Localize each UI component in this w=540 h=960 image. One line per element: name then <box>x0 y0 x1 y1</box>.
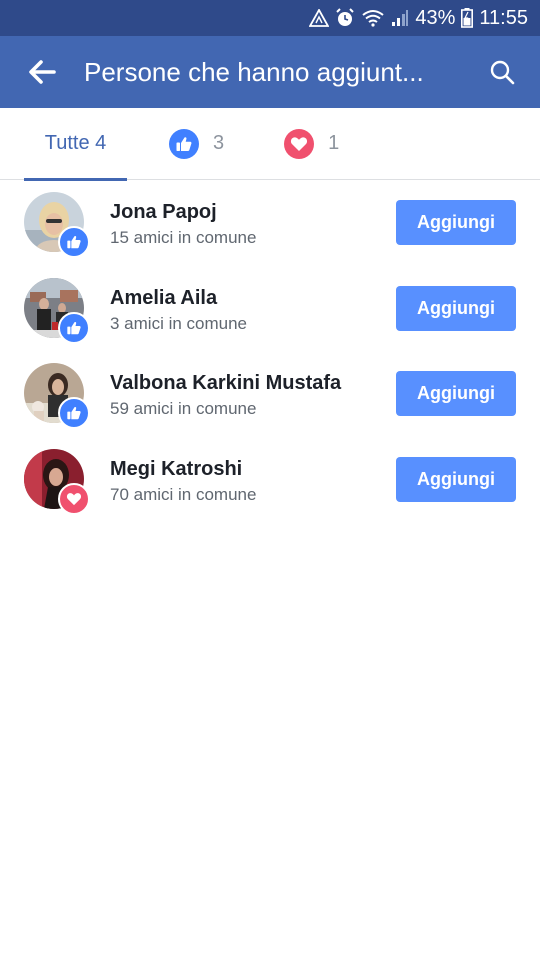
status-bar: 43% 11:55 <box>0 0 540 36</box>
like-icon <box>67 321 81 334</box>
list-item: Megi Katroshi 70 amici in comune Aggiung… <box>0 437 540 523</box>
page-title: Persone che hanno aggiunt... <box>84 56 424 87</box>
app-bar: Persone che hanno aggiunt... <box>0 36 540 108</box>
people-list: Jona Papoj 15 amici in comune Aggiungi A… <box>0 180 540 522</box>
like-reaction-badge <box>58 311 90 344</box>
wifi-icon <box>361 9 385 27</box>
person-name[interactable]: Amelia Aila <box>110 286 247 310</box>
alarm-icon <box>335 8 355 28</box>
add-friend-button[interactable]: Aggiungi <box>396 285 516 331</box>
search-button[interactable] <box>470 36 534 108</box>
avatar[interactable] <box>24 277 90 344</box>
mutual-friends: 59 amici in comune <box>110 399 257 418</box>
like-icon <box>67 235 81 249</box>
battery-percent: 43% <box>415 6 456 29</box>
person-name[interactable]: Jona Papoj <box>110 200 256 224</box>
avatar[interactable] <box>24 363 90 429</box>
list-item: Amelia Aila 3 amici in comune Aggiungi <box>0 266 540 352</box>
add-friend-button[interactable]: Aggiungi <box>396 456 516 502</box>
person-info: Valbona Karkini Mustafa 59 amici in comu… <box>110 371 341 419</box>
avatar[interactable] <box>24 448 90 515</box>
add-friend-button[interactable]: Aggiungi <box>396 371 516 416</box>
mutual-friends: 70 amici in comune <box>110 484 257 504</box>
love-count: 1 <box>328 132 340 154</box>
warning-triangle-icon <box>309 9 330 27</box>
add-friend-button[interactable]: Aggiungi <box>396 200 516 245</box>
like-count: 3 <box>213 132 225 154</box>
like-icon <box>67 406 81 420</box>
back-button[interactable] <box>0 36 84 108</box>
search-icon <box>490 60 515 85</box>
person-info: Amelia Aila 3 amici in comune <box>110 286 247 334</box>
person-info: Megi Katroshi 70 amici in comune <box>110 457 256 505</box>
signal-icon <box>391 9 409 27</box>
list-item: Jona Papoj 15 amici in comune Aggiungi <box>0 180 540 266</box>
heart-icon <box>66 492 82 505</box>
mutual-friends: 3 amici in comune <box>110 313 248 333</box>
clock: 11:55 <box>479 6 528 29</box>
tab-all[interactable]: Tutte 4 <box>0 108 127 181</box>
mutual-friends: 15 amici in comune <box>110 228 257 247</box>
heart-icon <box>284 128 315 159</box>
person-name[interactable]: Megi Katroshi <box>110 457 256 481</box>
tab-love[interactable]: 1 <box>284 108 339 180</box>
person-name[interactable]: Valbona Karkini Mustafa <box>110 371 341 395</box>
tab-like[interactable]: 3 <box>169 108 224 180</box>
like-reaction-badge <box>58 397 90 429</box>
reaction-tabs: Tutte 4 3 1 <box>0 108 540 181</box>
person-info: Jona Papoj 15 amici in comune <box>110 200 256 248</box>
like-reaction-badge <box>58 226 90 258</box>
list-item: Valbona Karkini Mustafa 59 amici in comu… <box>0 351 540 437</box>
arrow-left-icon <box>29 60 56 84</box>
avatar[interactable] <box>24 192 90 258</box>
tab-all-label: Tutte 4 <box>44 132 107 154</box>
love-reaction-badge <box>58 482 90 515</box>
like-icon <box>169 128 199 159</box>
battery-icon <box>461 8 474 28</box>
